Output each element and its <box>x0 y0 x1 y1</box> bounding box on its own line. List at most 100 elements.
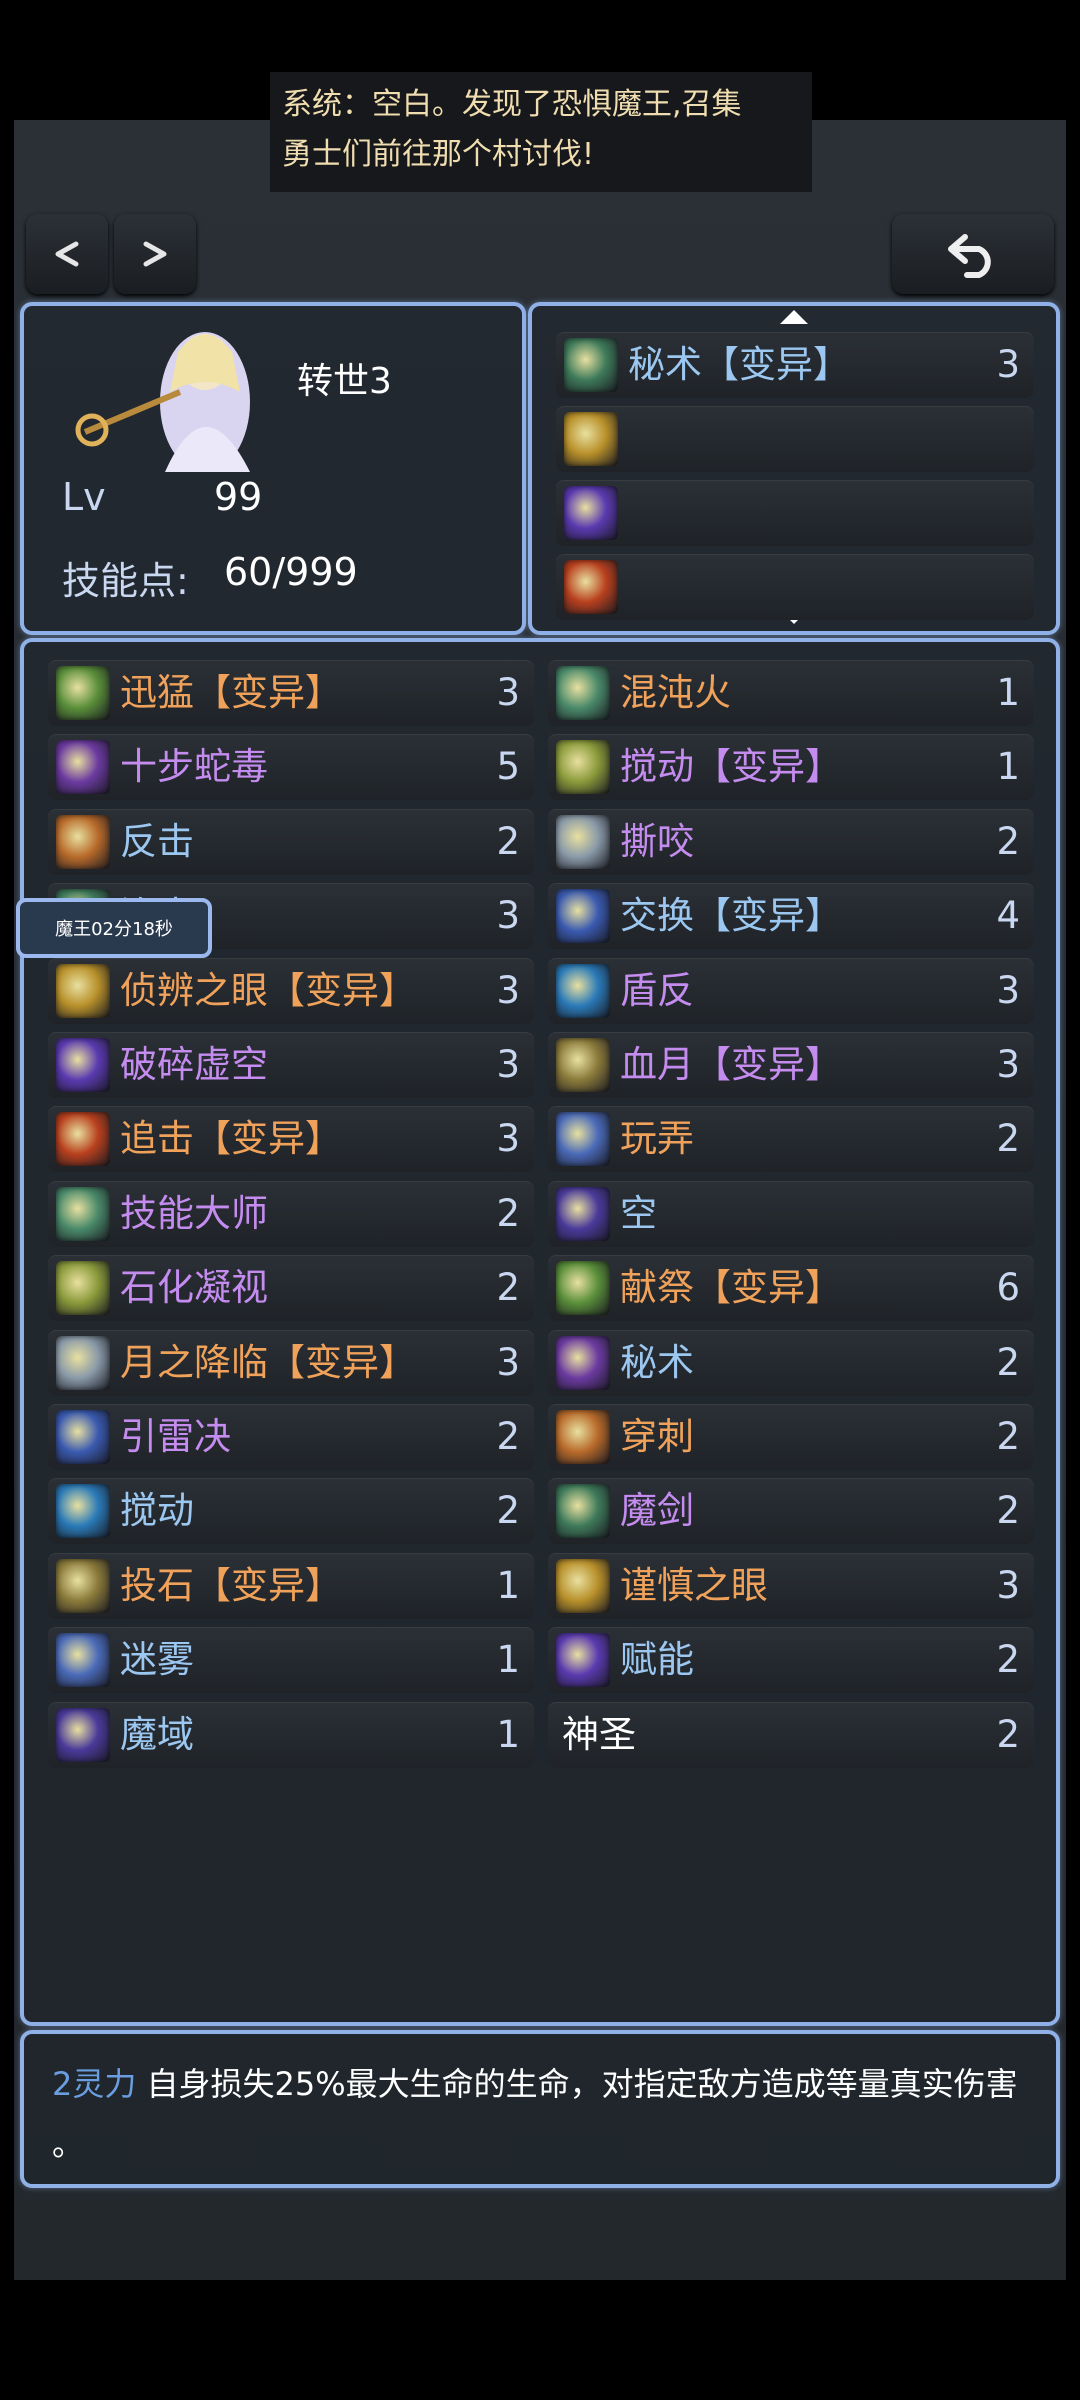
skill-name: 引雷决 <box>120 1415 231 1458</box>
skill-name: 混沌火 <box>620 671 731 714</box>
skill-description: 2灵力 自身损失25%最大生命的生命，对指定敌方造成等量真实伤害 。 <box>52 2054 1042 2174</box>
undo-arrow-icon <box>948 234 991 278</box>
skill-left-row[interactable]: 迷雾 1 <box>48 1627 534 1694</box>
skill-icon <box>56 1335 110 1390</box>
skill-name: 月之降临【变异】 <box>120 1340 416 1384</box>
skill-icon <box>56 1633 110 1688</box>
skill-name: 搅动【变异】 <box>620 745 842 789</box>
chevron-left-icon <box>55 241 79 267</box>
skill-level: 5 <box>496 745 520 789</box>
skill-name: 侦辨之眼【变异】 <box>120 968 416 1012</box>
skill-icon <box>56 666 110 720</box>
skill-icon <box>56 1112 110 1167</box>
skill-name: 交换【变异】 <box>620 894 842 938</box>
skill-right-row[interactable]: 搅动【变异】 1 <box>548 734 1034 801</box>
skill-name: 秘术【变异】 <box>628 343 850 386</box>
skill-name: 血月【变异】 <box>620 1043 842 1086</box>
equipped-skill-row[interactable]: 秘术【变异】 3 <box>556 332 1034 398</box>
skill-icon <box>556 1038 610 1092</box>
skill-level: 2 <box>996 1489 1020 1533</box>
skill-right-row[interactable]: 献祭【变异】 6 <box>548 1255 1034 1322</box>
skill-right-row[interactable]: 空 <box>548 1180 1034 1247</box>
skill-icon <box>556 1410 610 1464</box>
skill-right-row[interactable]: 撕咬 2 <box>548 808 1034 875</box>
skill-icon <box>556 666 610 720</box>
skill-left-row[interactable]: 技能大师 2 <box>48 1180 534 1247</box>
skill-name: 玩弄 <box>620 1117 694 1161</box>
skill-left-row[interactable]: 侦辨之眼【变异】 3 <box>48 957 534 1024</box>
skill-right-row[interactable]: 血月【变异】 3 <box>548 1032 1034 1098</box>
system-message-line-1: 系统：空白。发现了恐惧魔王,召集 <box>282 87 742 122</box>
skill-icon <box>56 1261 110 1316</box>
skill-right-row[interactable]: 玩弄 2 <box>548 1106 1034 1173</box>
skill-name: 技能大师 <box>120 1191 268 1235</box>
character-title: 转世3 <box>297 361 392 402</box>
skill-icon <box>556 1484 610 1539</box>
skill-left-row[interactable]: 追击【变异】 3 <box>48 1106 534 1173</box>
skill-icon <box>56 1410 110 1464</box>
skill-name: 魔剑 <box>620 1489 694 1533</box>
skill-level: 4 <box>996 894 1020 938</box>
skill-name: 反击 <box>120 819 194 863</box>
character-portrait <box>70 322 290 472</box>
skill-name: 赋能 <box>620 1638 694 1682</box>
skill-left-row[interactable]: 破碎虚空 3 <box>48 1032 534 1098</box>
skill-left-row[interactable]: 魔域 1 <box>48 1701 534 1768</box>
skill-level: 3 <box>496 1340 520 1384</box>
skill-level: 6 <box>996 1266 1020 1310</box>
skill-right-row[interactable]: 穿刺 2 <box>548 1404 1034 1470</box>
skill-left-row[interactable]: 引雷决 2 <box>48 1404 534 1470</box>
skill-level: 3 <box>496 1117 520 1161</box>
skill-right-row[interactable]: 谨慎之眼 3 <box>548 1552 1034 1619</box>
skill-icon <box>556 1261 610 1316</box>
back-button[interactable] <box>892 214 1054 294</box>
skill-icon <box>556 740 610 795</box>
skill-left-row[interactable]: 月之降临【变异】 3 <box>48 1329 534 1396</box>
skill-left-row[interactable]: 搅动 2 <box>48 1478 534 1545</box>
skill-left-row[interactable]: 十步蛇毒 5 <box>48 734 534 801</box>
skill-level: 3 <box>996 1563 1020 1607</box>
system-message-banner: 系统：空白。发现了恐惧魔王,召集 勇士们前往那个村讨伐! <box>270 72 812 192</box>
skill-icon <box>564 560 618 614</box>
prev-button[interactable] <box>26 214 108 294</box>
skill-left-row[interactable]: 投石【变异】 1 <box>48 1552 534 1619</box>
skill-level: 3 <box>496 968 520 1012</box>
skill-level: 2 <box>496 1489 520 1533</box>
skill-name: 盾反 <box>620 968 694 1012</box>
skill-name: 空 <box>620 1191 657 1235</box>
skill-level: 2 <box>996 1415 1020 1458</box>
skill-name: 石化凝视 <box>120 1266 268 1310</box>
skill-icon <box>556 1633 610 1688</box>
skill-name: 十步蛇毒 <box>120 745 268 789</box>
skill-icon <box>56 1186 110 1241</box>
next-button[interactable] <box>114 214 196 294</box>
equipped-skill-row[interactable] <box>556 480 1034 546</box>
skill-icon <box>56 1558 110 1613</box>
skill-left-row[interactable]: 反击 2 <box>48 808 534 875</box>
skill-right-row[interactable]: 魔剑 2 <box>548 1478 1034 1545</box>
scroll-up-icon[interactable] <box>780 310 808 324</box>
skill-name: 穿刺 <box>620 1415 694 1458</box>
equipped-skill-row[interactable] <box>556 554 1034 620</box>
skill-right-row[interactable]: 秘术 2 <box>548 1329 1034 1396</box>
skill-icon <box>556 1112 610 1167</box>
skill-right-row[interactable]: 交换【变异】 4 <box>548 883 1034 950</box>
skill-icon <box>564 412 618 466</box>
skill-level: 3 <box>496 671 520 714</box>
skill-icon <box>564 486 618 540</box>
skill-right-row[interactable]: 神圣 2 <box>548 1701 1034 1768</box>
skill-cost: 2灵力 <box>52 2065 137 2103</box>
skill-level: 3 <box>996 343 1020 386</box>
skill-name: 魔域 <box>120 1712 194 1756</box>
skill-level: 1 <box>496 1563 520 1607</box>
skill-name: 秘术 <box>620 1340 694 1384</box>
skill-level: 3 <box>996 968 1020 1012</box>
skill-right-row[interactable]: 盾反 3 <box>548 957 1034 1024</box>
skill-icon <box>56 1707 110 1762</box>
skill-right-row[interactable]: 赋能 2 <box>548 1627 1034 1694</box>
level-value: 99 <box>214 475 263 519</box>
skill-left-row[interactable]: 石化凝视 2 <box>48 1255 534 1322</box>
skill-right-row[interactable]: 混沌火 1 <box>548 660 1034 726</box>
skill-left-row[interactable]: 迅猛【变异】 3 <box>48 660 534 726</box>
equipped-skill-row[interactable] <box>556 406 1034 472</box>
